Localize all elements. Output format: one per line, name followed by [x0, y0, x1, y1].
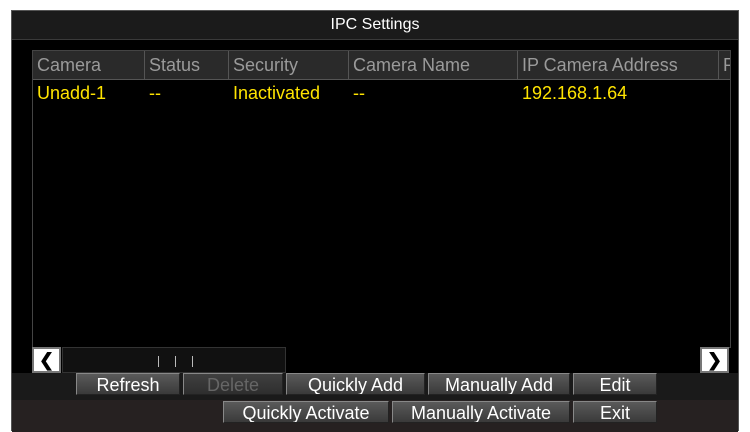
cell-ip-camera-address: 192.168.1.64: [522, 83, 628, 103]
column-header-port[interactable]: P: [719, 51, 730, 79]
chevron-right-icon: ❯: [706, 350, 723, 370]
column-header-camera[interactable]: Camera: [33, 51, 145, 79]
exit-button[interactable]: Exit: [573, 401, 657, 423]
dialog-title: IPC Settings: [12, 11, 738, 40]
chevron-left-icon: ❮: [38, 350, 55, 370]
column-header-ip-camera-address[interactable]: IP Camera Address: [518, 51, 719, 79]
cell-security: Inactivated: [233, 83, 321, 103]
delete-button[interactable]: Delete: [183, 373, 283, 395]
scroll-right-button[interactable]: ❯: [700, 347, 729, 373]
edit-button[interactable]: Edit: [573, 373, 657, 395]
manually-activate-button[interactable]: Manually Activate: [392, 401, 570, 423]
grip-line: [158, 356, 159, 367]
horizontal-scrollbar[interactable]: ❮ ❯: [32, 347, 729, 373]
cell-port: 8: [719, 80, 730, 106]
ipc-settings-dialog: IPC Settings Camera Status Security Came…: [11, 10, 739, 432]
camera-table: Camera Status Security Camera Name IP Ca…: [32, 50, 731, 348]
refresh-button[interactable]: Refresh: [76, 373, 180, 395]
table-header: Camera Status Security Camera Name IP Ca…: [33, 51, 730, 80]
manually-add-button[interactable]: Manually Add: [428, 373, 570, 395]
scrollbar-thumb[interactable]: [62, 347, 286, 373]
grip-line: [175, 356, 176, 367]
scroll-left-button[interactable]: ❮: [32, 347, 61, 373]
quickly-add-button[interactable]: Quickly Add: [286, 373, 425, 395]
table-row[interactable]: Unadd-1 -- Inactivated -- 192.168.1.64 8: [33, 80, 730, 106]
quickly-activate-button[interactable]: Quickly Activate: [223, 401, 389, 423]
column-header-status[interactable]: Status: [145, 51, 229, 79]
column-header-camera-name[interactable]: Camera Name: [349, 51, 518, 79]
column-header-security[interactable]: Security: [229, 51, 349, 79]
grip-line: [192, 356, 193, 367]
cell-status: --: [149, 83, 161, 103]
cell-camera-name: --: [353, 83, 365, 103]
cell-camera: Unadd-1: [37, 83, 107, 103]
